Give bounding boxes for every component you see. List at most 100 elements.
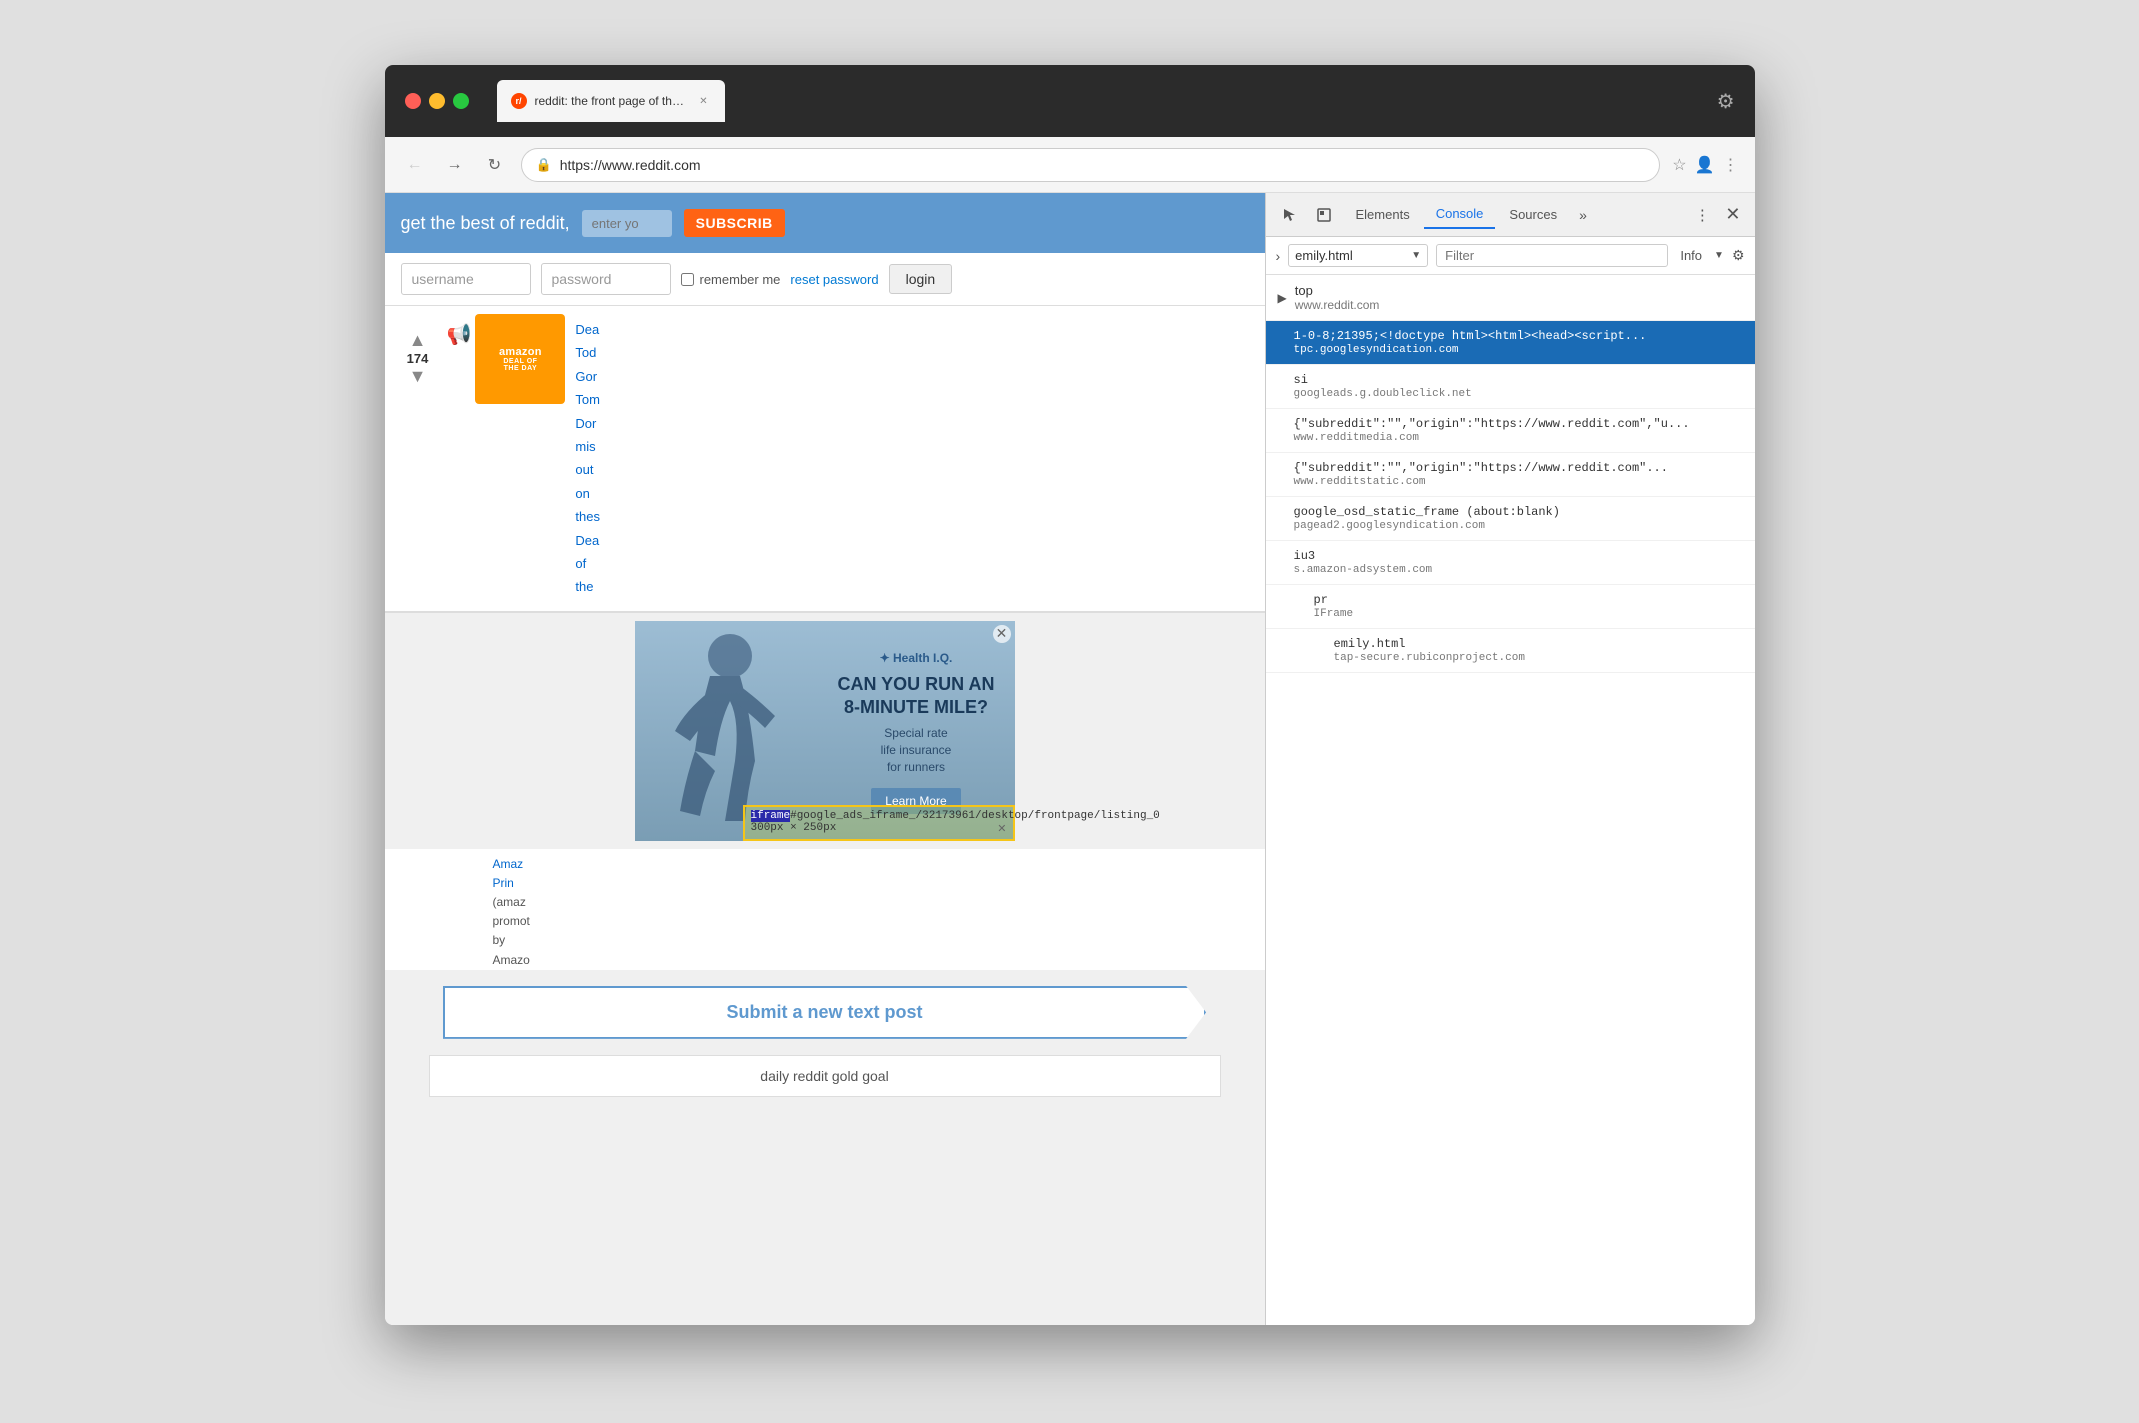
devtools-panel: Elements Console Sources » ⋮ ✕ › emily.h… — [1265, 193, 1755, 1325]
console-entry-top[interactable]: ▶ top www.reddit.com — [1266, 275, 1755, 321]
frame-origin-redditstatic: www.redditstatic.com — [1294, 476, 1743, 488]
console-list: ▶ top www.reddit.com 1-0-8;21395;<!docty… — [1266, 275, 1755, 1325]
vote-column: ▲ 174 ▼ — [393, 314, 443, 603]
console-entry-pr[interactable]: pr IFrame — [1266, 585, 1755, 629]
expand-arrow-icon: ▶ — [1278, 291, 1287, 305]
amazon-the-day-text: THE DAY — [504, 365, 538, 372]
amazon-content: DeaTodGorTomDormisoutonthesDeaofthe — [565, 314, 610, 603]
tab-close-button[interactable]: ✕ — [697, 94, 711, 108]
frame-name-si: si — [1294, 373, 1743, 387]
amazon-deal-text: DEAL OF — [503, 358, 537, 365]
console-entry-si[interactable]: si googleads.g.doubleclick.net — [1266, 365, 1755, 409]
frame-origin-redditmedia: www.redditmedia.com — [1294, 432, 1743, 444]
amazon-post-text: DeaTodGorTomDormisoutonthesDeaofthe — [575, 318, 600, 599]
console-entry-redditstatic[interactable]: {"subreddit":"","origin":"https://www.re… — [1266, 453, 1755, 497]
login-area: remember me reset password login — [385, 253, 1265, 306]
devtools-tab-console[interactable]: Console — [1424, 200, 1496, 229]
tab-title: reddit: the front page of the in — [535, 94, 685, 108]
browser-window: r/ reddit: the front page of the in ✕ ⚙ … — [385, 65, 1755, 1325]
browser-tab[interactable]: r/ reddit: the front page of the in ✕ — [497, 80, 725, 122]
frame-origin-selected: tpc.googlesyndication.com — [1294, 344, 1743, 356]
maximize-button[interactable] — [453, 93, 469, 109]
context-selector[interactable]: emily.html ▼ — [1288, 244, 1428, 267]
ad-headline: CAN YOU RUN AN8-MINUTE MILE? — [837, 673, 994, 720]
devtools-actions: ⋮ ✕ — [1689, 202, 1744, 228]
main-area: get the best of reddit, SUBSCRIB remembe… — [385, 193, 1755, 1325]
reset-password-link[interactable]: reset password — [790, 272, 878, 287]
ad-banner-container: ✦ Health I.Q. CAN YOU RUN AN8-MINUTE MIL… — [635, 621, 1015, 841]
frame-origin-google-osd: pagead2.googlesyndication.com — [1294, 520, 1743, 532]
console-settings-icon[interactable]: ⚙ — [1732, 247, 1745, 264]
url-actions: ☆ 👤 ⋮ — [1672, 155, 1738, 175]
close-button[interactable] — [405, 93, 421, 109]
console-entry-google-osd[interactable]: google_osd_static_frame (about:blank) pa… — [1266, 497, 1755, 541]
profile-icon[interactable]: 👤 — [1695, 155, 1715, 175]
frame-origin-si: googleads.g.doubleclick.net — [1294, 388, 1743, 400]
title-bar: r/ reddit: the front page of the in ✕ ⚙ — [385, 65, 1755, 137]
devtools-close-button[interactable]: ✕ — [1721, 204, 1744, 225]
minimize-button[interactable] — [429, 93, 445, 109]
info-dropdown-arrow-icon[interactable]: ▼ — [1714, 250, 1724, 261]
frame-name-selected: 1-0-8;21395;<!doctype html><html><head><… — [1294, 329, 1743, 343]
frame-name-emily: emily.html — [1334, 637, 1743, 651]
lock-icon: 🔒 — [536, 157, 552, 173]
frame-origin-iu3: s.amazon-adsystem.com — [1294, 564, 1743, 576]
gold-goal-text: daily reddit gold goal — [760, 1068, 888, 1084]
frame-name-google-osd: google_osd_static_frame (about:blank) — [1294, 505, 1743, 519]
info-label: Info — [1676, 248, 1706, 263]
tab-bar: r/ reddit: the front page of the in ✕ — [497, 80, 1705, 122]
bookmark-icon[interactable]: ☆ — [1672, 155, 1686, 175]
downvote-arrow[interactable]: ▼ — [409, 366, 427, 387]
menu-icon[interactable]: ⋮ — [1723, 155, 1739, 175]
console-entry-emily[interactable]: emily.html tap-secure.rubiconproject.com — [1266, 629, 1755, 673]
submit-post-container: Submit a new text post — [385, 970, 1265, 1055]
frame-name-iu3: iu3 — [1294, 549, 1743, 563]
devtools-pointer-button[interactable] — [1276, 201, 1304, 229]
back-button[interactable]: ← — [401, 151, 429, 179]
console-filter-input[interactable] — [1436, 244, 1668, 267]
forward-button[interactable]: → — [441, 151, 469, 179]
traffic-lights — [405, 93, 469, 109]
devtools-tabs: Elements Console Sources » — [1344, 200, 1684, 229]
url-bar[interactable]: 🔒 https://www.reddit.com — [521, 148, 1661, 182]
iframe-label-path: #google_ads_iframe_/32173961/desktop/fro… — [790, 810, 1160, 822]
password-input[interactable] — [541, 263, 671, 295]
amazon-post: ▲ 174 ▼ 📢 amazon DEAL OF THE DAY — [385, 306, 1265, 613]
frame-name-top: top — [1295, 283, 1380, 298]
ad-text-block: ✦ Health I.Q. CAN YOU RUN AN8-MINUTE MIL… — [837, 651, 994, 814]
login-button[interactable]: login — [889, 264, 953, 294]
devtools-tab-elements[interactable]: Elements — [1344, 201, 1422, 228]
submit-post-button[interactable]: Submit a new text post — [443, 986, 1206, 1039]
devtools-inspect-button[interactable] — [1310, 201, 1338, 229]
devtools-more-tabs[interactable]: » — [1571, 203, 1595, 227]
amazon-promo: AmazPrin(amazpromotbyAmazo — [385, 849, 1265, 970]
frame-name-redditstatic: {"subreddit":"","origin":"https://www.re… — [1294, 461, 1743, 475]
tab-favicon: r/ — [511, 93, 527, 109]
reddit-content: ▲ 174 ▼ 📢 amazon DEAL OF THE DAY — [385, 306, 1265, 1325]
amazon-logo-text: amazon — [499, 346, 542, 358]
enter-email-input[interactable] — [582, 210, 672, 237]
remember-me-checkbox[interactable] — [681, 273, 694, 286]
upvote-arrow[interactable]: ▲ — [409, 330, 427, 351]
ad-subtext: Special ratelife insurancefor runners — [837, 725, 994, 775]
frame-origin-pr: IFrame — [1314, 608, 1743, 620]
refresh-button[interactable]: ↻ — [481, 151, 509, 179]
console-entry-iu3[interactable]: iu3 s.amazon-adsystem.com — [1266, 541, 1755, 585]
ad-health-logo: ✦ Health I.Q. — [837, 651, 994, 665]
frame-origin-emily: tap-secure.rubiconproject.com — [1334, 652, 1743, 664]
subscribe-button[interactable]: SUBSCRIB — [684, 209, 785, 237]
ad-close-button[interactable]: ✕ — [993, 625, 1011, 643]
remember-me-checkbox-group: remember me — [681, 272, 781, 287]
console-entry-selected[interactable]: 1-0-8;21395;<!doctype html><html><head><… — [1266, 321, 1755, 365]
console-entry-redditmedia[interactable]: {"subreddit":"","origin":"https://www.re… — [1266, 409, 1755, 453]
console-caret-button[interactable]: › — [1276, 248, 1281, 264]
devtools-tab-sources[interactable]: Sources — [1497, 201, 1569, 228]
reddit-header: get the best of reddit, SUBSCRIB — [385, 193, 1265, 253]
devtools-more-options[interactable]: ⋮ — [1689, 202, 1715, 228]
iframe-close-button[interactable]: ✕ — [997, 822, 1006, 836]
devtools-settings-icon[interactable]: ⚙ — [1717, 89, 1735, 114]
iframe-label: iframe — [751, 810, 791, 822]
username-input[interactable] — [401, 263, 531, 295]
iframe-dimensions: 300px × 250px — [751, 822, 837, 834]
iframe-highlight: iframe#google_ads_iframe_/32173961/deskt… — [743, 805, 1015, 841]
